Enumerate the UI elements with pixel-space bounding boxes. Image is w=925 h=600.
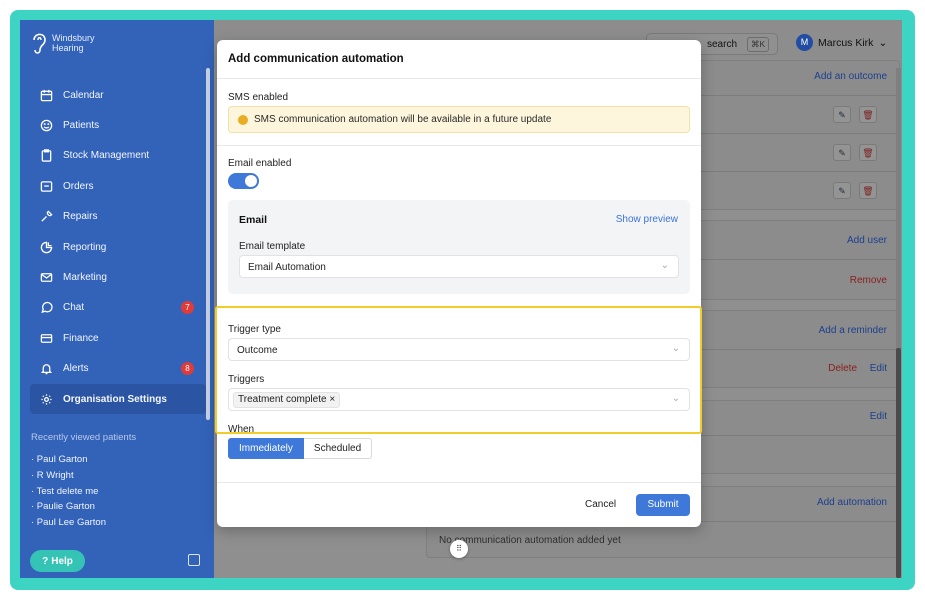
recent-patient-link[interactable]: · Paulie Garton [31,499,106,515]
chat-icon [41,302,53,314]
sidebar-item-label: Stock Management [63,150,150,162]
sidebar-item-label: Orders [63,180,94,192]
sidebar-item-organisation-settings[interactable]: Organisation Settings [30,383,206,415]
sms-notice: SMS communication automation will be ava… [228,106,690,133]
sidebar-scrollbar[interactable] [206,68,210,420]
edit-icon[interactable]: ✎ [833,106,851,123]
modal-title: Add communication automation [228,53,404,65]
sidebar-item-marketing[interactable]: Marketing [30,262,206,292]
mail-icon [40,273,53,282]
help-circle-icon: ? [42,555,49,567]
sidebar-item-finance[interactable]: Finance [30,323,206,353]
user-menu[interactable]: M Marcus Kirk ⌄ [796,34,887,51]
sidebar-item-label: Reporting [63,241,107,253]
email-template-select[interactable]: Email Automation ⌄ [239,255,679,278]
scheduled-option[interactable]: Scheduled [303,438,373,459]
email-heading: Email [239,214,268,226]
sidebar-item-label: Organisation Settings [63,393,167,405]
help-label: Help [51,555,73,567]
sidebar-item-stock-management[interactable]: Stock Management [30,141,206,171]
smile-icon [40,119,53,132]
shortcut-hint: ⌘K [747,37,770,52]
email-template-value: Email Automation [248,262,326,273]
edit-icon[interactable]: ✎ [833,144,851,161]
search-label: search [707,39,738,50]
add-user-link[interactable]: Add user [847,235,887,246]
edit-icon[interactable]: ✎ [833,182,851,199]
submit-button[interactable]: Submit [636,494,690,516]
add-outcome-link[interactable]: Add an outcome [814,71,887,82]
when-label: When [228,424,255,435]
brand-name: Windsbury Hearing [52,33,95,53]
edit-link[interactable]: Edit [870,363,887,374]
email-settings-panel: Email Show preview Email template Email … [228,200,690,294]
sidebar-item-label: Repairs [63,211,98,223]
wrench-icon [41,210,53,222]
add-automation-link[interactable]: Add automation [817,497,887,508]
sidebar-item-label: Finance [63,332,99,344]
recent-patient-link[interactable]: · Paul Lee Garton [31,515,106,531]
sidebar-item-label: Patients [63,120,100,132]
delete-link[interactable]: Delete [828,363,857,374]
chevron-down-icon: ⌄ [878,36,888,49]
sidebar-item-alerts[interactable]: Alerts 8 [30,354,206,384]
trash-icon[interactable]: 🗑 [859,182,877,199]
recent-patient-link[interactable]: · Test delete me [31,484,106,500]
sms-enabled-label: SMS enabled [228,92,289,103]
trash-icon[interactable]: 🗑 [859,144,877,161]
alerts-count-badge: 8 [181,361,194,375]
credit-card-icon [40,333,53,343]
sidebar-item-label: Calendar [63,89,104,101]
gear-icon [41,393,52,405]
recent-patients-title: Recently viewed patients [31,432,137,443]
show-preview-link[interactable]: Show preview [616,214,678,225]
main-scrollbar[interactable] [896,68,901,578]
inbox-icon [40,181,53,192]
sidebar-item-repairs[interactable]: Repairs [30,202,206,232]
trash-icon[interactable]: 🗑 [859,106,877,123]
info-icon [238,114,248,125]
sidebar-item-orders[interactable]: Orders [30,171,206,201]
sidebar-item-patients[interactable]: Patients [30,110,206,140]
email-template-label: Email template [239,241,306,252]
collapse-sidebar-icon[interactable] [188,554,200,566]
ear-logo-icon [33,33,46,54]
sidebar-item-chat[interactable]: Chat 7 [30,293,206,323]
chevron-down-icon: ⌄ [660,260,669,271]
recent-patient-link[interactable]: · R Wright [31,468,106,484]
help-button[interactable]: ? Help [30,550,85,572]
recent-patients-list: · Paul Garton · R Wright · Test delete m… [31,452,106,531]
sidebar-item-reporting[interactable]: Reporting [30,232,206,262]
brand-logo[interactable]: Windsbury Hearing [30,30,95,56]
chat-count-badge: 7 [181,300,194,314]
calendar-icon [40,89,53,101]
clipboard-icon [41,149,52,163]
bell-icon [40,364,53,375]
add-reminder-link[interactable]: Add a reminder [819,325,887,336]
remove-link[interactable]: Remove [850,275,887,286]
immediately-option[interactable]: Immediately [228,438,304,459]
sidebar: Windsbury Hearing Calendar Patients Stock… [20,20,214,578]
pie-chart-icon [40,241,53,253]
user-name: Marcus Kirk [818,36,874,49]
edit-link[interactable]: Edit [870,411,887,422]
email-enabled-toggle[interactable] [228,173,259,189]
sidebar-item-label: Marketing [63,272,107,284]
add-automation-modal: Add communication automation SMS enabled… [215,40,702,527]
drag-handle-icon[interactable]: ⠿ [450,540,468,558]
when-segmented-control: Immediately Scheduled [228,438,373,459]
sidebar-item-label: Alerts [63,363,89,375]
trigger-highlight-box [215,306,702,434]
sidebar-item-calendar[interactable]: Calendar [30,80,206,110]
sidebar-nav: Calendar Patients Stock Management Order… [30,80,206,415]
recent-patient-link[interactable]: · Paul Garton [31,452,106,468]
email-enabled-label: Email enabled [228,158,292,169]
cancel-button[interactable]: Cancel [585,499,616,510]
sms-notice-text: SMS communication automation will be ava… [254,114,552,125]
avatar: M [796,34,813,51]
sidebar-item-label: Chat [63,302,85,314]
